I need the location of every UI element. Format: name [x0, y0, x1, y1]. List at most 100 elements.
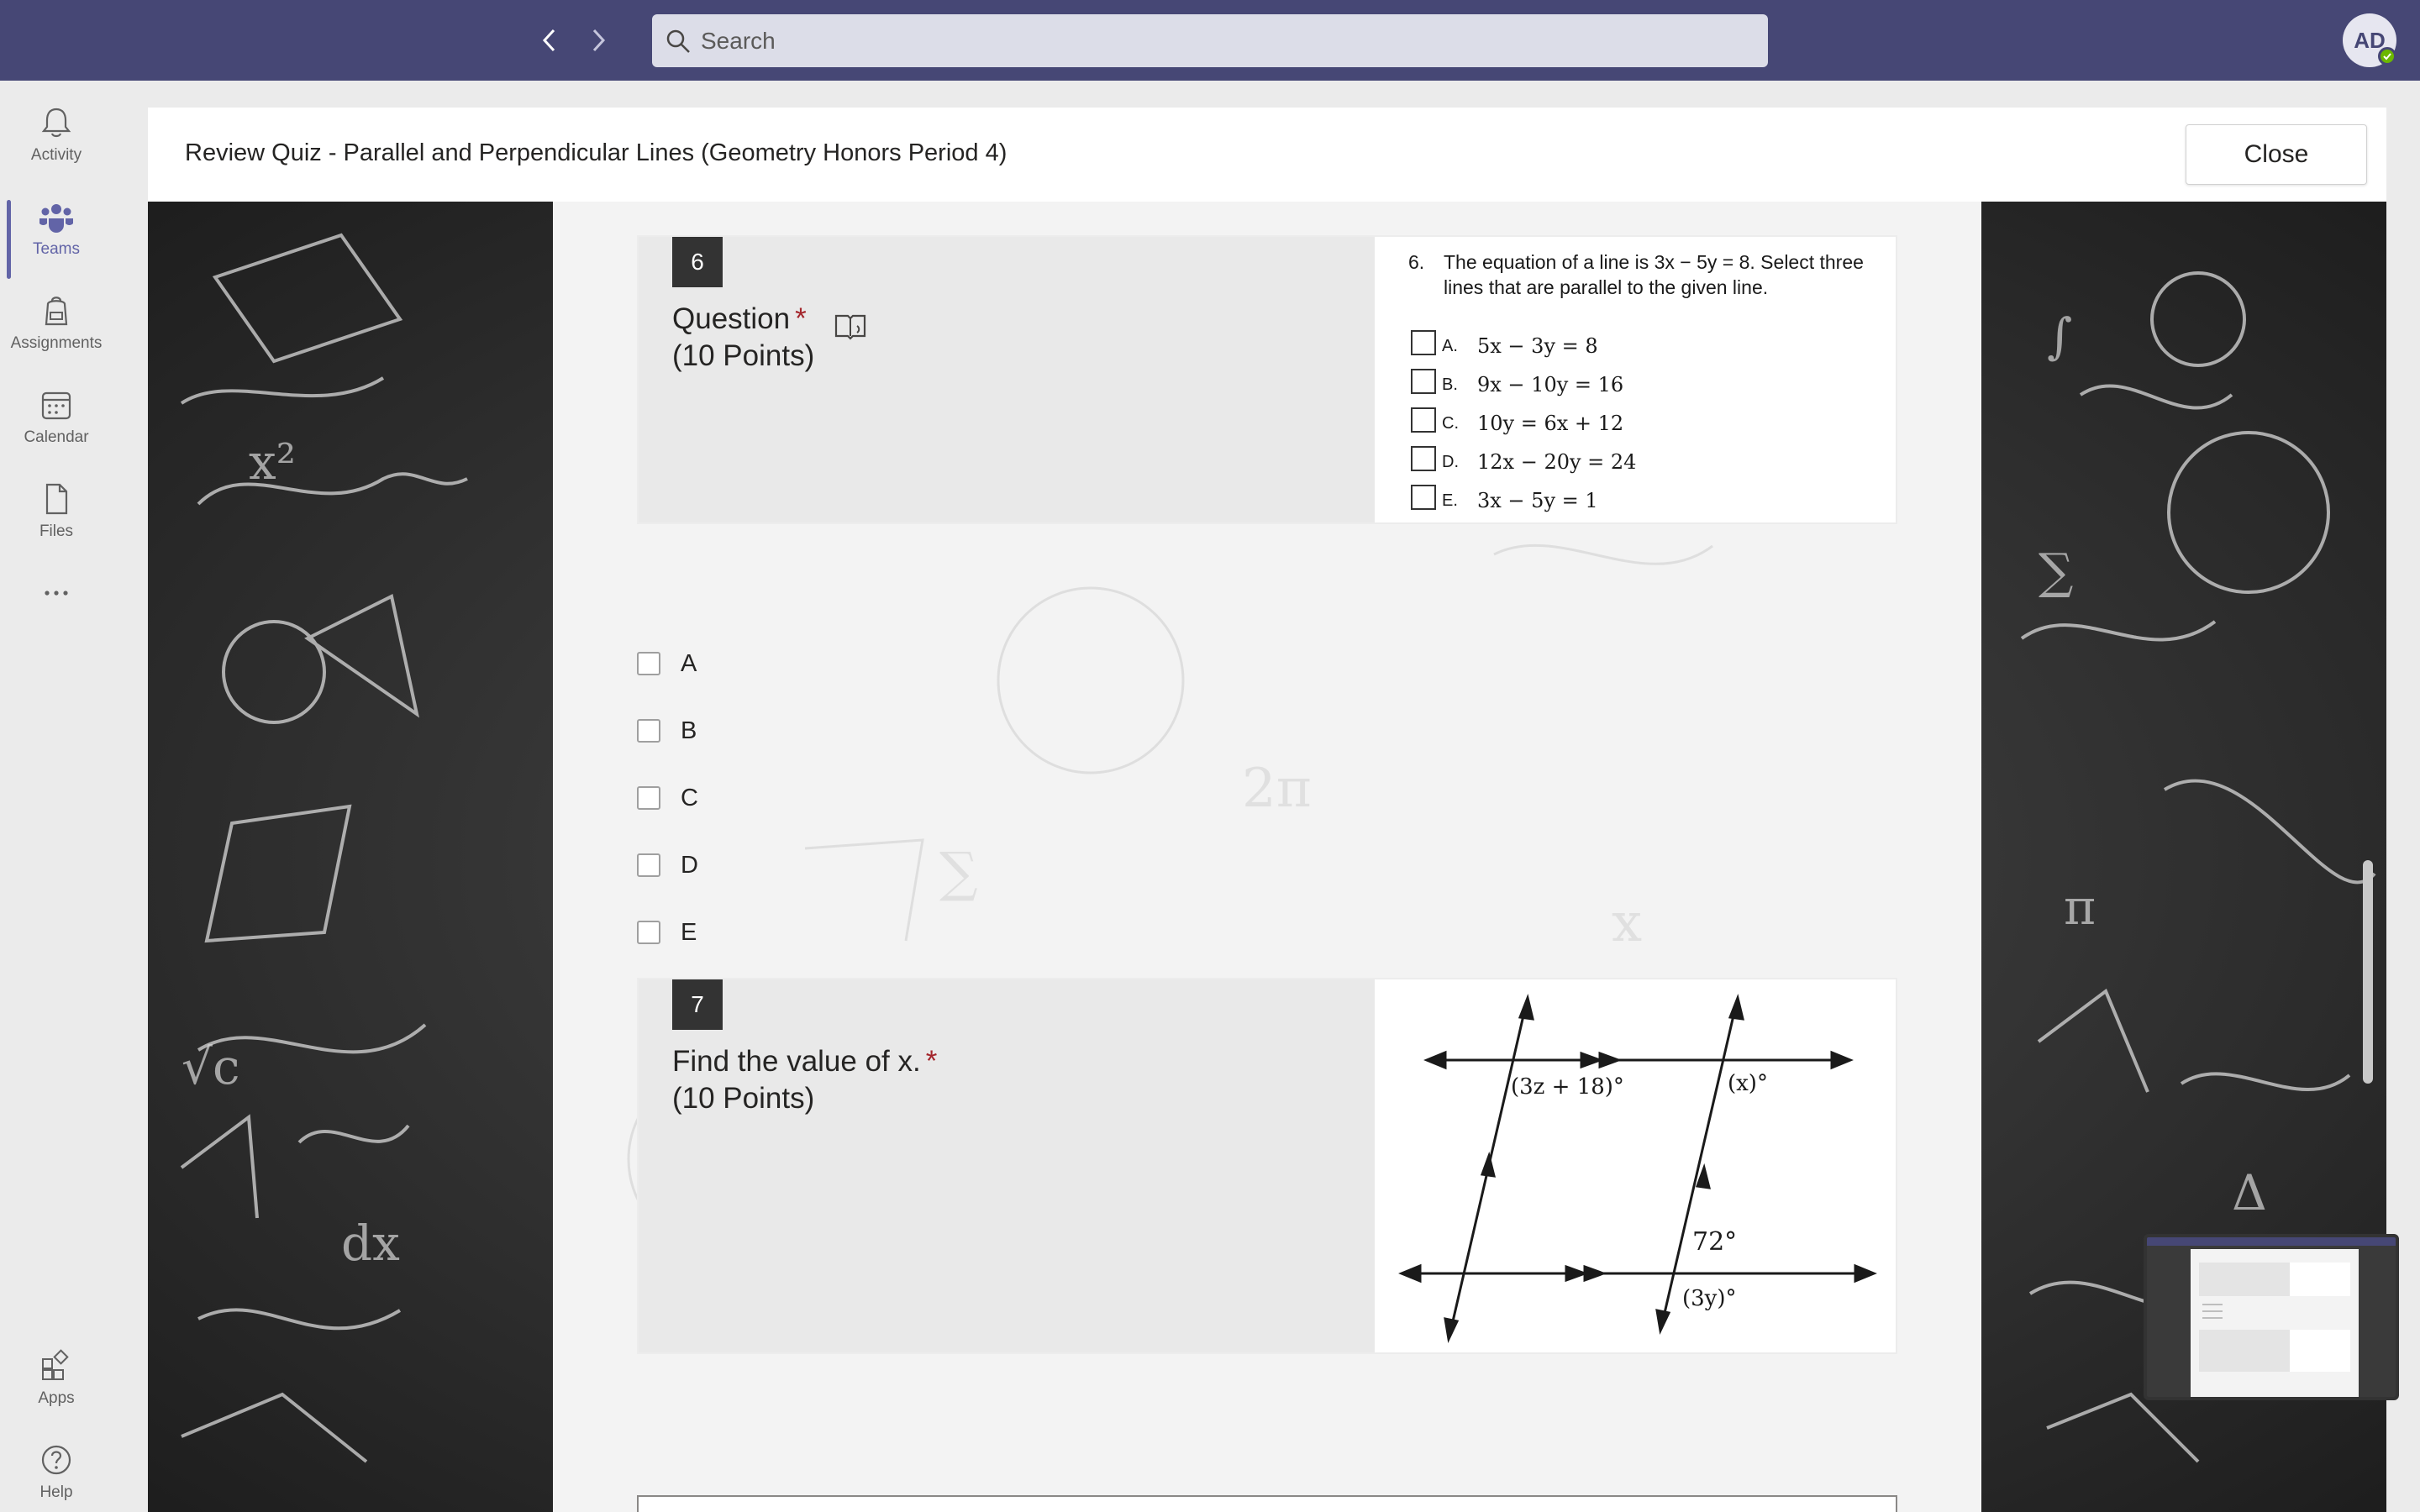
- option-d[interactable]: D: [637, 848, 698, 882]
- option-checkbox[interactable]: [637, 719, 660, 743]
- svg-text:x: x: [1612, 892, 1642, 954]
- svg-text:√c: √c: [182, 1038, 239, 1095]
- image-choice-c: C. 10y = 6x + 12: [1411, 407, 1623, 435]
- search-bar[interactable]: [652, 14, 1768, 67]
- parallel-lines-figure: (3z + 18)° (x)° 72° (3y)°: [1398, 994, 1877, 1343]
- option-a[interactable]: A: [637, 647, 697, 680]
- angle-label-x: (x)°: [1728, 1071, 1768, 1096]
- rail-item-label: Assignments: [10, 334, 103, 352]
- question-number: 7: [672, 979, 723, 1030]
- chevron-left-icon: [542, 29, 555, 52]
- svg-text:dx: dx: [341, 1215, 400, 1272]
- rail-item-teams[interactable]: Teams: [0, 183, 113, 279]
- image-choice-a: A. 5x − 3y = 8: [1411, 330, 1598, 358]
- forward-button[interactable]: [580, 22, 617, 59]
- search-icon: [666, 29, 690, 53]
- app-rail: Activity Teams Assignments Calendar File…: [0, 81, 113, 1512]
- window-preview-image: [2147, 1237, 2396, 1397]
- back-button[interactable]: [531, 22, 568, 59]
- option-checkbox[interactable]: [637, 652, 660, 675]
- svg-text:∫: ∫: [2047, 307, 2072, 365]
- image-question-number: 6.: [1408, 251, 1424, 273]
- image-choice-e: E. 3x − 5y = 1: [1411, 485, 1598, 512]
- question-number: 6: [672, 237, 723, 287]
- rail-item-label: Teams: [33, 240, 80, 258]
- more-apps-button[interactable]: [0, 559, 113, 627]
- svg-text:x²: x²: [249, 433, 296, 491]
- required-mark: *: [795, 302, 807, 335]
- question-text: Find the value of x.: [672, 1045, 921, 1078]
- angle-label-3z18: (3z + 18)°: [1511, 1074, 1624, 1100]
- svg-text:A.: A.: [1442, 337, 1458, 355]
- svg-text:3x − 5y = 1: 3x − 5y = 1: [1477, 489, 1598, 512]
- option-c[interactable]: C: [637, 781, 698, 815]
- svg-text:5x − 3y = 8: 5x − 3y = 8: [1477, 334, 1598, 358]
- svg-text:Δ: Δ: [2232, 1164, 2267, 1221]
- rail-item-activity[interactable]: Activity: [0, 89, 113, 176]
- bell-icon: [41, 108, 71, 138]
- svg-text:∑: ∑: [939, 842, 978, 904]
- presence-available-icon: [2378, 47, 2396, 66]
- question-title: Find the value of x. *: [672, 1043, 937, 1080]
- question-text: Question: [672, 302, 791, 335]
- option-checkbox[interactable]: [637, 853, 660, 877]
- option-label: C: [681, 784, 698, 811]
- svg-text:12x − 20y = 24: 12x − 20y = 24: [1477, 450, 1636, 474]
- rail-item-apps[interactable]: Apps: [0, 1332, 113, 1420]
- svg-text:E.: E.: [1442, 491, 1458, 510]
- scrollbar-thumb[interactable]: [2363, 860, 2373, 1084]
- rail-item-label: Apps: [38, 1389, 75, 1407]
- close-button[interactable]: Close: [2186, 124, 2367, 185]
- apps-icon: [42, 1349, 69, 1380]
- question-image: (3z + 18)° (x)° 72° (3y)°: [1375, 979, 1896, 1352]
- option-b[interactable]: B: [637, 714, 697, 748]
- title-bar: AD: [0, 0, 2420, 81]
- quiz-modal: Review Quiz - Parallel and Perpendicular…: [148, 108, 2386, 1512]
- rail-item-help[interactable]: Help: [0, 1426, 113, 1512]
- question-card: 7 Find the value of x. * (10 Points) (3z…: [637, 978, 1897, 1354]
- svg-text:10y = 6x + 12: 10y = 6x + 12: [1477, 412, 1623, 435]
- svg-text:9x − 10y = 16: 9x − 10y = 16: [1477, 373, 1623, 396]
- rail-item-label: Files: [39, 522, 74, 540]
- rail-item-label: Help: [39, 1483, 73, 1501]
- teams-icon: [39, 204, 73, 233]
- question-card: 6 Question * (10 Points) 6. The equation …: [637, 235, 1897, 524]
- svg-text:∑: ∑: [2039, 543, 2073, 600]
- svg-text:2π: 2π: [1242, 758, 1312, 820]
- calendar-icon: [41, 391, 71, 420]
- image-prompt-line-2: lines that are parallel to the given lin…: [1444, 276, 1768, 298]
- svg-text:D.: D.: [1442, 453, 1459, 471]
- svg-text:π: π: [2064, 879, 2096, 936]
- image-choice-d: D. 12x − 20y = 24: [1411, 446, 1636, 474]
- svg-text:B.: B.: [1442, 375, 1458, 394]
- image-prompt-line-1: The equation of a line is 3x − 5y = 8. S…: [1444, 251, 1864, 273]
- option-label: D: [681, 851, 698, 879]
- option-label: B: [681, 717, 697, 744]
- rail-item-files[interactable]: Files: [0, 465, 113, 553]
- help-icon: [41, 1445, 71, 1475]
- image-choice-b: B. 9x − 10y = 16: [1411, 369, 1623, 396]
- search-input[interactable]: [701, 14, 1751, 67]
- angle-label-3y: (3y)°: [1682, 1286, 1737, 1311]
- answer-input[interactable]: [637, 1495, 1897, 1512]
- option-e[interactable]: E: [637, 916, 697, 949]
- option-checkbox[interactable]: [637, 786, 660, 810]
- chevron-right-icon: [592, 29, 606, 52]
- backpack-icon: [45, 297, 68, 326]
- svg-text:C.: C.: [1442, 414, 1459, 433]
- question-points: (10 Points): [672, 1082, 815, 1115]
- required-mark: *: [925, 1045, 938, 1078]
- modal-header: Review Quiz - Parallel and Perpendicular…: [148, 108, 2386, 202]
- option-checkbox[interactable]: [637, 921, 660, 944]
- immersive-reader-icon[interactable]: [834, 311, 867, 341]
- more-icon: [45, 591, 68, 596]
- question-title: Question *: [672, 301, 807, 338]
- form-content: 2π ∑ ∑N x 6 Question* (10 Points): [553, 202, 1981, 1512]
- form-background: x² √c dx ∫ ∑ π Δ 2π ∑ x 6 Question * (10…: [148, 202, 2386, 1512]
- window-preview-thumbnail[interactable]: [2144, 1234, 2399, 1400]
- rail-item-label: Activity: [30, 146, 82, 164]
- rail-item-assignments[interactable]: Assignments: [0, 277, 113, 365]
- angle-label-72: 72°: [1692, 1227, 1737, 1257]
- rail-item-calendar[interactable]: Calendar: [0, 371, 113, 459]
- option-label: E: [681, 918, 697, 946]
